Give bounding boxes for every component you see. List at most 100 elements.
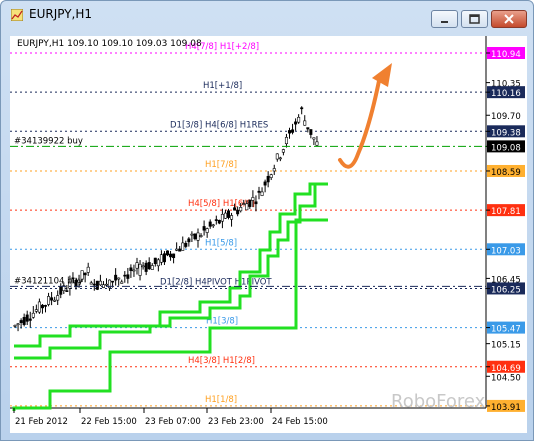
candle-body <box>287 130 291 134</box>
candle-body <box>83 272 87 276</box>
close-icon <box>504 14 514 24</box>
candle-body <box>132 269 136 272</box>
minimize-button[interactable] <box>431 10 458 28</box>
candle-body <box>251 197 255 201</box>
candle-body <box>169 253 173 258</box>
order-label: #34139922 buy <box>14 136 83 146</box>
candle-body <box>269 174 273 178</box>
candle-body <box>266 175 270 183</box>
title-bar[interactable]: EURJPY,H1 <box>1 1 535 31</box>
candle-body <box>284 137 288 145</box>
candle-body <box>28 318 32 321</box>
candle-body <box>16 323 20 326</box>
candle-body <box>217 219 221 224</box>
candle-body <box>135 262 139 269</box>
window-title: EURJPY,H1 <box>29 7 93 21</box>
candle-body <box>147 262 151 270</box>
candle-body <box>187 238 191 243</box>
order-label: #34121104 buy <box>14 276 83 286</box>
candle-body <box>227 210 231 218</box>
candle-body <box>254 201 258 205</box>
candle-body <box>309 129 313 135</box>
candle-body <box>239 207 243 212</box>
candle-body <box>95 280 99 290</box>
candle-body <box>236 209 240 215</box>
candle-body <box>312 137 316 140</box>
candle-body <box>19 320 23 323</box>
candle-body <box>202 226 206 231</box>
maximize-button[interactable] <box>461 10 488 28</box>
candle-body <box>166 250 170 256</box>
time-label: 24 Feb 15:00 <box>272 417 328 427</box>
price-label: 110.16 <box>491 89 521 99</box>
level-label: H1[+1/8] <box>203 81 242 91</box>
candle-body <box>25 314 29 322</box>
candle-body <box>242 203 246 205</box>
price-label: 107.81 <box>491 207 521 217</box>
price-label: 109.38 <box>491 128 521 138</box>
price-label: 106.25 <box>491 285 521 295</box>
candle-body <box>162 253 166 263</box>
level-label: H1[1/8] <box>205 395 237 405</box>
candle-body <box>43 305 47 307</box>
candle-body <box>138 263 142 276</box>
candle-body <box>50 297 54 301</box>
candle-body <box>193 233 197 240</box>
candle-body <box>199 235 203 237</box>
candle-body <box>184 242 188 247</box>
candle-body <box>196 232 200 241</box>
candle-body <box>22 317 26 325</box>
candle-body <box>172 253 176 259</box>
candle-body <box>114 274 118 281</box>
candle-body <box>257 190 261 193</box>
candle-body <box>220 214 224 222</box>
candle-body <box>291 129 295 133</box>
candle-body <box>34 309 38 312</box>
price-label: 109.08 <box>491 143 521 153</box>
price-label: 104.69 <box>491 364 521 374</box>
level-label: H1[5/8] <box>205 238 237 248</box>
candle-body <box>181 242 185 251</box>
candle-body <box>294 121 298 125</box>
candle-body <box>37 301 41 313</box>
candle-body <box>129 267 133 271</box>
price-chart[interactable]: H4[7/8] H1[+2/8]H1[+1/8]D1[3/8] H4[6/8] … <box>10 36 527 433</box>
candle-body <box>175 248 179 251</box>
candle-body <box>178 248 182 252</box>
candle-body <box>117 277 121 280</box>
time-label: 22 Feb 15:00 <box>81 417 137 427</box>
candle-body <box>56 295 60 301</box>
candle-body <box>214 219 218 221</box>
candle-body <box>275 153 279 160</box>
candle-body <box>105 283 109 286</box>
level-label: H1[7/8] <box>205 160 237 170</box>
maximize-icon <box>469 14 480 24</box>
candle-body <box>205 228 209 233</box>
candle-body <box>98 280 102 286</box>
candle-body <box>156 259 160 267</box>
price-label: 105.15 <box>491 341 521 351</box>
candle-body <box>233 207 237 211</box>
candle-body <box>208 221 212 227</box>
candle-body <box>31 312 35 318</box>
candle-body <box>123 274 127 277</box>
candle-body <box>153 257 157 264</box>
candle-body <box>303 120 307 126</box>
candle-body <box>190 233 194 236</box>
close-button[interactable] <box>491 10 527 28</box>
time-label: 23 Feb 07:00 <box>145 417 201 427</box>
candle-body <box>59 286 63 295</box>
time-label: 21 Feb 2012 <box>15 417 68 427</box>
candle-body <box>300 107 304 110</box>
candle-body <box>65 290 69 292</box>
candle-body <box>141 265 145 268</box>
candle-body <box>278 157 282 160</box>
candle-body <box>111 280 115 283</box>
candle-body <box>144 262 148 272</box>
candle-body <box>47 296 51 305</box>
candle-body <box>126 274 130 279</box>
candle-body <box>150 265 154 270</box>
candle-body <box>159 254 163 263</box>
candle-body <box>86 266 90 273</box>
candle-body <box>306 127 310 130</box>
